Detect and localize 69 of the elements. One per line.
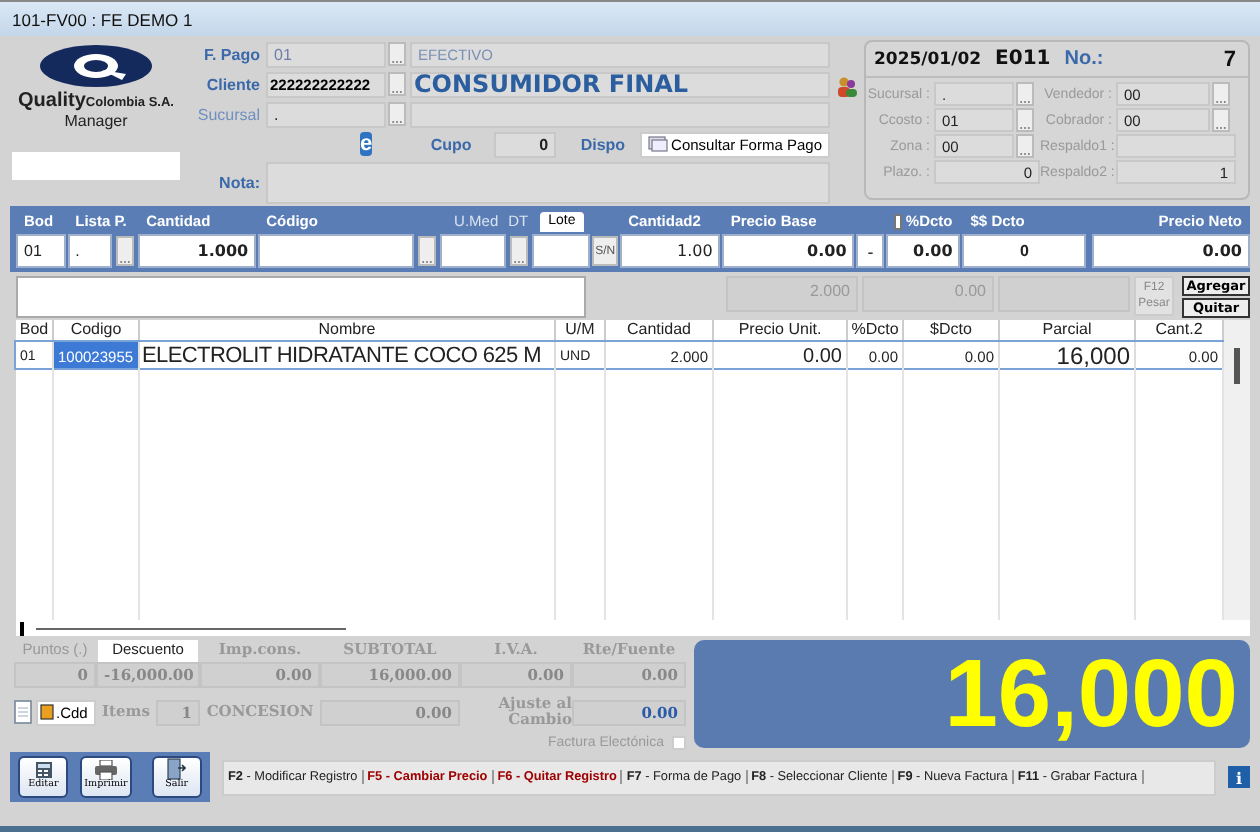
field-label: Sucursal	[195, 105, 262, 123]
column-header[interactable]: Precio Unit.	[714, 320, 848, 340]
base-price-field[interactable]: 0.00	[722, 234, 855, 268]
product-name: Manager	[64, 112, 128, 130]
note-field[interactable]	[266, 161, 830, 203]
document-prefix: E011	[995, 48, 1051, 70]
column-header[interactable]: Codigo	[54, 320, 140, 340]
lookup-button[interactable]	[1016, 134, 1034, 158]
calculator-icon	[33, 760, 54, 780]
scrollbar-thumb[interactable]	[1234, 348, 1240, 384]
discount-amount-field[interactable]: 0	[962, 234, 1087, 268]
lookup-button[interactable]	[388, 72, 406, 96]
cupo-label: Cupo	[430, 135, 474, 153]
number-label: No.:	[1064, 48, 1104, 70]
brand-name: Quality	[18, 90, 86, 112]
lookup-button[interactable]	[116, 236, 135, 266]
lookup-button[interactable]	[388, 42, 406, 66]
document-icon	[647, 136, 668, 152]
column-header[interactable]: Nombre	[140, 320, 556, 340]
window-title: 101-FV00 : FE DEMO 1	[12, 9, 193, 29]
info-button[interactable]: i	[1228, 766, 1250, 788]
column-header[interactable]: Parcial	[1000, 320, 1136, 340]
lookup-button[interactable]	[1016, 108, 1034, 132]
email-button[interactable]: e	[360, 132, 373, 156]
column-header[interactable]: Bod	[16, 320, 54, 340]
column-header[interactable]: U/M	[556, 320, 606, 340]
lookup-button[interactable]	[417, 236, 436, 266]
e-invoice-checkbox[interactable]	[672, 736, 686, 750]
page-icon[interactable]	[14, 700, 32, 724]
scrollbar-thumb[interactable]	[36, 627, 346, 629]
code-field[interactable]	[258, 234, 414, 268]
lookup-button[interactable]	[1212, 82, 1230, 106]
lookup-button[interactable]	[510, 236, 529, 266]
grand-total: 16,000	[944, 639, 1238, 749]
column-header[interactable]: $Dcto	[904, 320, 1000, 340]
lookup-button[interactable]	[1016, 82, 1034, 106]
quantity2-field[interactable]: 1.00	[620, 234, 721, 268]
discount-percent-field[interactable]: 0.00	[886, 234, 961, 268]
table-cell: 16,000	[1000, 342, 1136, 370]
net-price-field[interactable]: 0.00	[1092, 234, 1250, 268]
dispo-label: Dispo	[580, 135, 628, 153]
printer-icon	[93, 760, 118, 780]
price-list-field[interactable]: .	[67, 234, 113, 268]
sign-field[interactable]: -	[856, 234, 885, 268]
table-cell: 0.00	[714, 342, 848, 370]
field-label: Cliente	[204, 75, 262, 93]
document-field[interactable]	[1116, 134, 1236, 158]
percent-discount-checkbox[interactable]	[894, 213, 902, 229]
memo-field[interactable]	[16, 276, 586, 318]
document-date: 2025/01/02	[874, 49, 982, 69]
note-label: Nota:	[217, 173, 262, 191]
door-icon	[166, 758, 187, 780]
cupo-field: 0	[493, 131, 557, 157]
column-header[interactable]: Cantidad	[606, 320, 714, 340]
field-label: F. Pago	[201, 45, 262, 63]
people-icon[interactable]	[836, 76, 858, 98]
lookup-button[interactable]	[1212, 108, 1230, 132]
lookup-button[interactable]	[388, 102, 406, 126]
unit-field[interactable]	[439, 234, 507, 268]
quantity-field[interactable]: 1.000	[138, 234, 257, 268]
logo-icon	[38, 44, 154, 88]
name-field: CONSUMIDOR FINAL	[410, 71, 830, 97]
table-cell: ELECTROLIT HIDRATANTE COCO 625 M	[140, 342, 556, 370]
code-field[interactable]: .	[266, 101, 386, 127]
lot-field[interactable]	[532, 234, 591, 268]
warehouse-field[interactable]: 01	[16, 234, 66, 268]
document-number: 7	[1223, 47, 1236, 71]
file-icon	[40, 704, 54, 720]
column-header[interactable]: %Dcto	[848, 320, 904, 340]
